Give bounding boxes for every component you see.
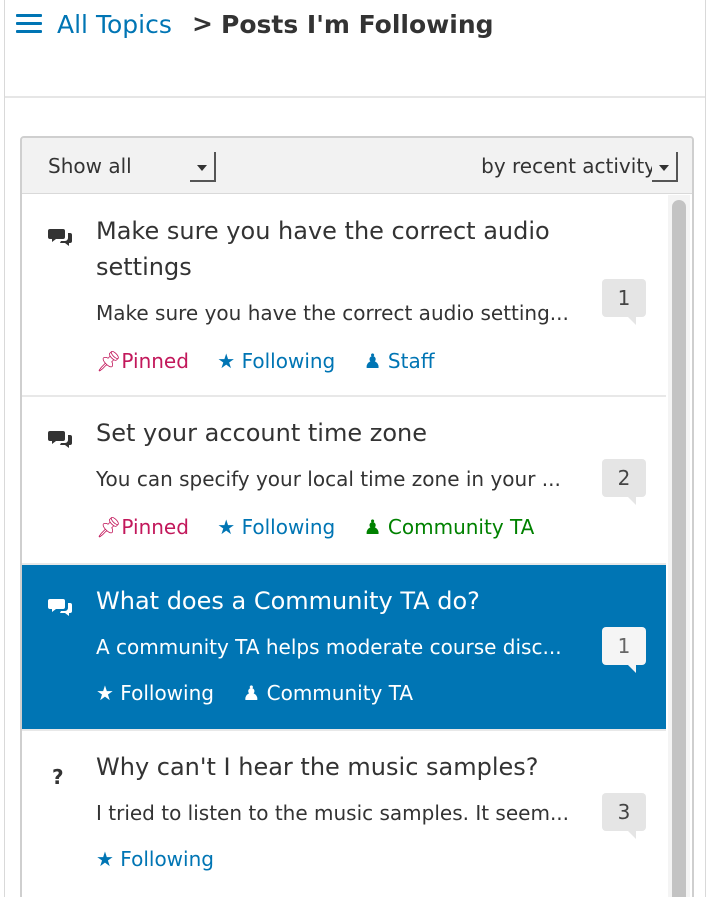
star-icon: ★: [96, 847, 114, 871]
post-title: Why can't I hear the music samples?: [96, 753, 539, 781]
scrollbar-thumb[interactable]: [672, 200, 686, 897]
response-count-badge: 3: [602, 793, 646, 839]
pinned-tag: 📌︎Pinned: [96, 349, 189, 373]
filter-bar: Show all by recent activity: [22, 138, 692, 194]
post-title: What does a Community TA do?: [96, 587, 480, 615]
comments-icon: [48, 597, 72, 622]
post-item[interactable]: Set your account time zone You can speci…: [22, 397, 666, 565]
breadcrumb-all-topics[interactable]: All Topics: [57, 10, 172, 39]
pin-icon: 📌︎: [96, 515, 122, 539]
post-title: Make sure you have the correct audio set…: [96, 217, 550, 281]
post-snippet: You can specify your local time zone in …: [96, 467, 561, 491]
user-icon: ♟: [242, 681, 261, 705]
following-tag: ★ Following: [217, 515, 336, 539]
discussion-sidebar: All Topics > Posts I'm Following Show al…: [4, 0, 706, 897]
sort-dropdown-icon[interactable]: [652, 152, 678, 182]
breadcrumb-separator-icon: >: [192, 9, 213, 38]
comments-icon: [48, 429, 72, 454]
star-icon: ★: [96, 681, 114, 705]
response-count-badge: 1: [602, 627, 646, 673]
following-tag: ★ Following: [96, 681, 214, 705]
community-ta-tag: ♟ Community TA: [363, 515, 535, 539]
following-tag: ★ Following: [96, 847, 214, 871]
pin-icon: 📌︎: [96, 349, 122, 373]
post-item-selected[interactable]: What does a Community TA do? A community…: [22, 565, 666, 731]
show-filter-dropdown-icon[interactable]: [190, 152, 216, 182]
post-tags: 📌︎Pinned ★ Following ♟ Community TA: [96, 515, 556, 539]
user-icon: ♟: [363, 349, 382, 373]
user-icon: ♟: [363, 515, 382, 539]
post-item[interactable]: Make sure you have the correct audio set…: [22, 195, 666, 397]
post-title: Set your account time zone: [96, 419, 427, 447]
breadcrumb-current: Posts I'm Following: [221, 10, 494, 39]
comments-icon: [48, 227, 72, 252]
response-count-badge: 2: [602, 459, 646, 505]
star-icon: ★: [217, 349, 236, 373]
staff-tag: ♟ Staff: [363, 349, 435, 373]
response-count-badge: 1: [602, 279, 646, 325]
community-ta-tag: ♟ Community TA: [242, 681, 414, 705]
post-item[interactable]: ? Why can't I hear the music samples? I …: [22, 731, 666, 897]
post-list-panel: Show all by recent activity Make sure yo…: [20, 136, 694, 897]
post-tags: 📌︎Pinned ★ Following ♟ Staff: [96, 349, 456, 373]
post-snippet: Make sure you have the correct audio set…: [96, 301, 569, 325]
post-tags: ★ Following: [96, 847, 236, 871]
show-filter-select[interactable]: Show all: [48, 154, 132, 178]
star-icon: ★: [217, 515, 236, 539]
breadcrumb-bar: All Topics > Posts I'm Following: [5, 0, 705, 98]
menu-icon[interactable]: [16, 14, 42, 38]
following-tag: ★ Following: [217, 349, 336, 373]
pinned-tag: 📌︎Pinned: [96, 515, 189, 539]
post-snippet: A community TA helps moderate course dis…: [96, 635, 562, 659]
post-snippet: I tried to listen to the music samples. …: [96, 801, 570, 825]
question-icon: ?: [52, 765, 64, 789]
sort-select[interactable]: by recent activity: [481, 154, 656, 178]
post-tags: ★ Following ♟ Community TA: [96, 681, 435, 705]
